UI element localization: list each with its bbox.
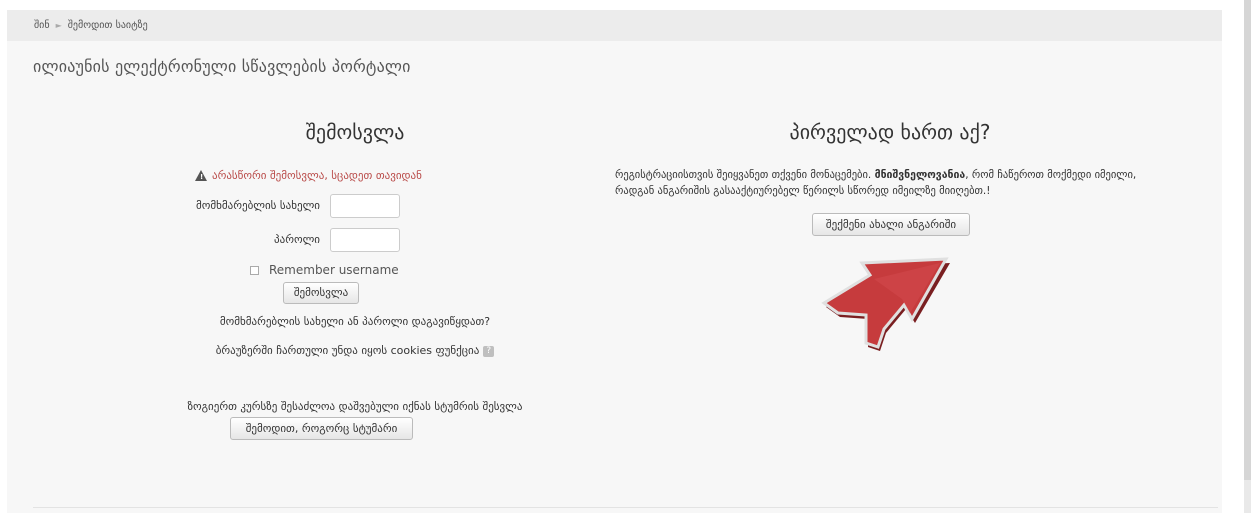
divider	[33, 507, 1218, 508]
signup-instructions: რეგისტრაციისთვის შეიყვანეთ თქვენი მონაცე…	[615, 167, 1175, 199]
arrow-annotation-icon	[821, 257, 950, 351]
signup-text-before: რეგისტრაციისთვის შეიყვანეთ თქვენი მონაცე…	[615, 169, 875, 181]
login-error-message: ! არასწორი შემოსვლა, სცადეთ თავიდან	[195, 168, 422, 182]
breadcrumb-home-link[interactable]: შინ	[34, 20, 50, 31]
create-account-button[interactable]: შექმენი ახალი ანგარიში	[812, 213, 970, 236]
remember-username-row[interactable]: Remember username	[250, 263, 399, 277]
guest-access-notice: ზოგიერთ კურსზე შესაძლოა დაშვებული იქნას …	[187, 400, 523, 413]
scrollbar-thumb[interactable]	[1244, 0, 1251, 480]
login-heading: შემოსვლა	[305, 120, 405, 144]
cookies-notice: ბრაუზერში ჩართული უნდა იყოს cookies ფუნქ…	[150, 344, 560, 357]
password-label: პაროლი	[274, 233, 320, 246]
warning-icon: !	[195, 170, 207, 181]
password-row: პაროლი	[150, 228, 560, 252]
forgot-password-link[interactable]: მომხმარებლის სახელი ან პაროლი დაგავიწყდა…	[150, 315, 560, 328]
breadcrumb-current: შემოდით საიტზე	[67, 20, 148, 31]
login-submit-button[interactable]: შემოსვლა	[283, 282, 359, 304]
username-label: მომხმარებლის სახელი	[196, 199, 320, 212]
remember-username-checkbox[interactable]	[250, 266, 259, 275]
breadcrumb: შინ ► შემოდით საიტზე	[7, 10, 1222, 41]
site-title: ილიაუნის ელექტრონული სწავლების პორტალი	[33, 57, 411, 76]
password-input[interactable]	[330, 228, 400, 252]
signup-text-bold: მნიშვნელოვანია	[874, 169, 966, 181]
guest-login-button[interactable]: შემოდით, როგორც სტუმარი	[230, 417, 413, 440]
username-input[interactable]	[330, 194, 400, 218]
help-icon[interactable]: ?	[483, 345, 495, 357]
cookies-notice-text: ბრაუზერში ჩართული უნდა იყოს cookies ფუნქ…	[215, 344, 480, 357]
scrollbar[interactable]	[1244, 0, 1251, 513]
signup-heading: პირველად ხართ აქ?	[789, 120, 991, 144]
breadcrumb-separator-icon: ►	[55, 21, 62, 30]
page-background	[7, 10, 1222, 513]
username-row: მომხმარებლის სახელი	[150, 194, 560, 218]
login-error-text: არასწორი შემოსვლა, სცადეთ თავიდან	[212, 169, 422, 182]
remember-username-label: Remember username	[269, 263, 399, 277]
